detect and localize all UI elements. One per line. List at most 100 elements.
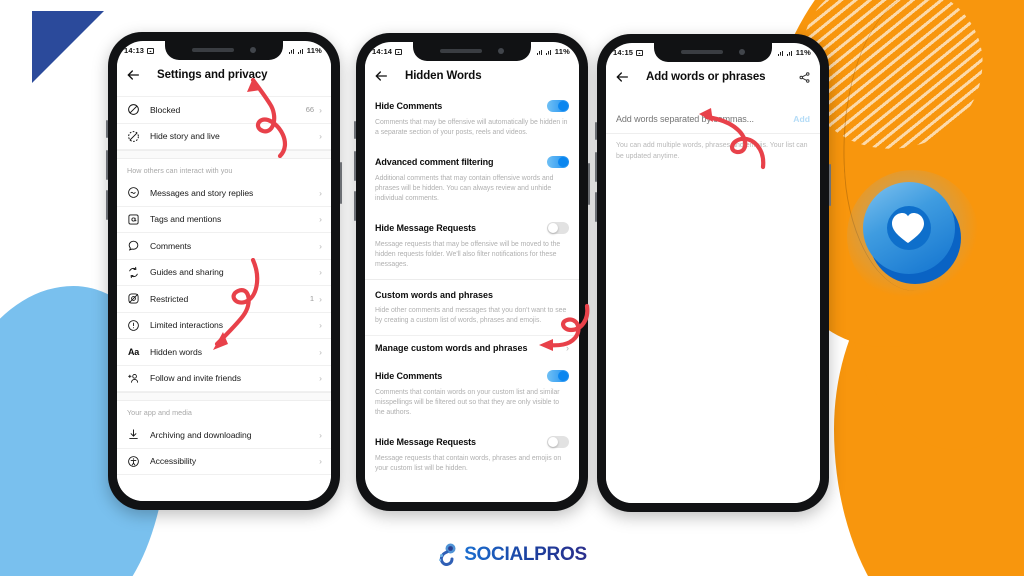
image-icon bbox=[147, 47, 155, 54]
screenshot-stage: 14:13 11% Settings and privacy Blocked 6… bbox=[0, 0, 1024, 576]
phone1-power-button[interactable] bbox=[340, 162, 342, 204]
brand-footer: SOCIALPROS bbox=[0, 543, 1024, 567]
chevron-right-icon: › bbox=[566, 343, 569, 353]
blue-round-logo bbox=[847, 170, 979, 302]
at-icon bbox=[127, 213, 140, 226]
hide-comments-toggle[interactable] bbox=[547, 100, 569, 112]
toggle-row-hide-message-requests[interactable]: Hide Message Requests bbox=[365, 213, 579, 238]
page-title: Settings and privacy bbox=[157, 69, 268, 81]
signal-icon bbox=[545, 48, 552, 55]
chevron-right-icon: › bbox=[319, 267, 322, 277]
phone3-volume-up-button[interactable] bbox=[595, 152, 597, 182]
phone2-mute-button[interactable] bbox=[354, 121, 356, 139]
add-button[interactable]: Add bbox=[793, 114, 810, 124]
settings-row-blocked[interactable]: Blocked 66 › bbox=[117, 97, 331, 124]
custom-words-section-desc: Hide other comments and messages that yo… bbox=[375, 307, 567, 324]
front-camera-icon bbox=[739, 48, 745, 55]
back-arrow-icon[interactable] bbox=[373, 68, 389, 84]
phone1-mute-button[interactable] bbox=[106, 120, 108, 138]
settings-row-archiving[interactable]: Archiving and downloading › bbox=[117, 422, 331, 449]
custom-hide-comments-toggle[interactable] bbox=[547, 370, 569, 382]
toggle-row-custom-hide-comments[interactable]: Hide Comments bbox=[365, 361, 579, 386]
front-camera-icon bbox=[498, 47, 504, 54]
battery-percent: 11% bbox=[306, 46, 322, 55]
phone3-power-button[interactable] bbox=[829, 164, 831, 206]
share-icon[interactable] bbox=[798, 71, 811, 84]
phone2-volume-up-button[interactable] bbox=[354, 151, 356, 181]
settings-row-tags[interactable]: Tags and mentions › bbox=[117, 207, 331, 233]
phone2-settings-list[interactable]: Hide Comments Comments that may be offen… bbox=[365, 91, 579, 502]
toggle-knob bbox=[548, 223, 558, 233]
image-icon bbox=[395, 48, 403, 55]
section-header-app-media: Your app and media bbox=[127, 408, 192, 417]
phone-hidden-words: 14:14 11% Hidden Words Hide Comments Com… bbox=[354, 33, 590, 511]
add-words-input[interactable] bbox=[616, 114, 794, 124]
settings-row-hide-story[interactable]: Hide story and live › bbox=[117, 124, 331, 150]
chevron-right-icon: › bbox=[319, 240, 322, 251]
chevron-right-icon: › bbox=[319, 214, 322, 224]
phone1-volume-down-button[interactable] bbox=[106, 190, 108, 220]
toggle-label: Hide Comments bbox=[375, 101, 443, 111]
settings-row-follow-invite[interactable]: Follow and invite friends › bbox=[117, 366, 331, 392]
toggle-label: Hide Comments bbox=[375, 371, 443, 381]
helper-text: Comments that may be offensive will auto… bbox=[375, 119, 568, 136]
socialpros-logo-icon bbox=[437, 543, 459, 567]
back-arrow-icon[interactable] bbox=[125, 67, 141, 83]
phone2-power-button[interactable] bbox=[588, 163, 590, 205]
chevron-right-icon: › bbox=[319, 131, 322, 141]
signal-icon bbox=[297, 47, 304, 54]
settings-row-label: Messages and story replies bbox=[150, 187, 254, 198]
phone1-notch bbox=[165, 41, 283, 60]
settings-row-accessibility[interactable]: Accessibility › bbox=[117, 449, 331, 475]
helper-text: Additional comments that may contain off… bbox=[375, 175, 554, 202]
add-words-input-row[interactable]: Add bbox=[606, 104, 820, 134]
settings-row-label: Limited interactions bbox=[150, 320, 224, 331]
toggle-label: Advanced comment filtering bbox=[375, 157, 494, 167]
chevron-right-icon: › bbox=[319, 187, 322, 198]
brand-name: SOCIALPROS bbox=[464, 544, 587, 565]
helper-text: Comments that contain words on your cust… bbox=[375, 389, 560, 416]
phone3-body: Add You can add multiple words, phrases … bbox=[606, 92, 820, 503]
phone1-settings-list[interactable]: Blocked 66 › Hide story and live › How o… bbox=[117, 90, 331, 501]
battery-percent: 11% bbox=[795, 48, 811, 57]
phone1-screen: 14:13 11% Settings and privacy Blocked 6… bbox=[117, 41, 331, 501]
back-arrow-icon[interactable] bbox=[614, 69, 630, 85]
helper-text: Message requests that contain words, phr… bbox=[375, 455, 562, 472]
settings-row-label: Tags and mentions bbox=[150, 214, 222, 225]
earpiece-speaker bbox=[192, 47, 234, 52]
section-header-interact: How others can interact with you bbox=[127, 166, 233, 175]
settings-row-label: Archiving and downloading bbox=[150, 429, 252, 440]
settings-row-hidden-words[interactable]: Aa Hidden words › bbox=[117, 339, 331, 366]
chevron-right-icon: › bbox=[319, 104, 322, 115]
phone1-app-header: Settings and privacy bbox=[117, 60, 331, 90]
phone2-volume-down-button[interactable] bbox=[354, 191, 356, 221]
custom-hide-message-requests-toggle[interactable] bbox=[547, 436, 569, 448]
toggle-row-custom-hide-message-requests[interactable]: Hide Message Requests bbox=[365, 427, 579, 452]
toggle-knob bbox=[558, 157, 568, 167]
settings-row-label: Follow and invite friends bbox=[150, 373, 241, 384]
settings-row-limited-interactions[interactable]: Limited interactions › bbox=[117, 313, 331, 339]
settings-row-label: Comments bbox=[150, 240, 192, 251]
settings-row-label: Hide story and live bbox=[150, 131, 220, 142]
front-camera-icon bbox=[250, 46, 256, 53]
signal-icon bbox=[786, 49, 793, 56]
phone1-volume-up-button[interactable] bbox=[106, 150, 108, 180]
status-time: 14:13 bbox=[124, 46, 145, 55]
chevron-right-icon: › bbox=[319, 320, 322, 330]
phone3-mute-button[interactable] bbox=[595, 122, 597, 140]
settings-row-restricted[interactable]: Restricted 1 › bbox=[117, 286, 331, 313]
toggle-row-hide-comments[interactable]: Hide Comments bbox=[365, 91, 579, 116]
toggle-row-advanced-filtering[interactable]: Advanced comment filtering bbox=[365, 147, 579, 172]
comment-icon bbox=[127, 239, 140, 252]
advanced-comment-filtering-toggle[interactable] bbox=[547, 156, 569, 168]
settings-row-guides[interactable]: Guides and sharing › bbox=[117, 260, 331, 286]
hide-message-requests-toggle[interactable] bbox=[547, 222, 569, 234]
toggle-knob bbox=[548, 437, 558, 447]
manage-custom-words-row[interactable]: Manage custom words and phrases › bbox=[365, 335, 579, 361]
phone3-volume-down-button[interactable] bbox=[595, 192, 597, 222]
phone2-notch bbox=[413, 42, 531, 61]
status-time: 14:14 bbox=[372, 47, 393, 56]
settings-row-comments[interactable]: Comments › bbox=[117, 233, 331, 260]
image-icon bbox=[636, 49, 644, 56]
settings-row-messages[interactable]: Messages and story replies › bbox=[117, 180, 331, 207]
